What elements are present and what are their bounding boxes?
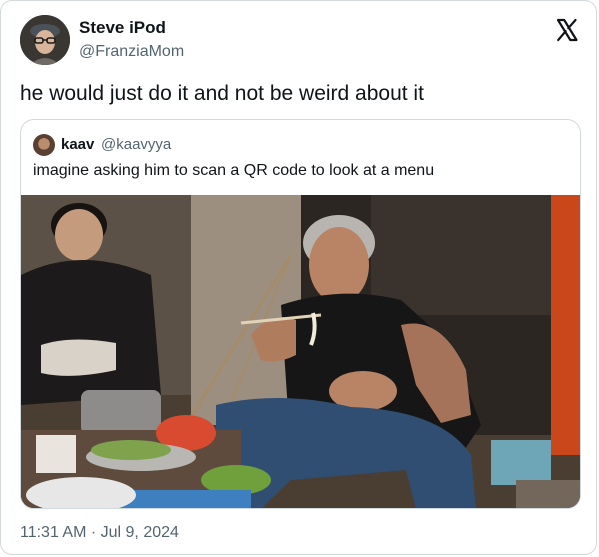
quoted-author-avatar[interactable] (33, 134, 55, 156)
quoted-tweet-photo[interactable] (21, 195, 580, 508)
author-avatar-image (20, 15, 70, 65)
quoted-tweet-text: imagine asking him to scan a QR code to … (33, 162, 435, 179)
author-display-name[interactable]: Steve iPod (79, 18, 166, 38)
tweet-text: he would just do it and not be weird abo… (20, 82, 424, 105)
quoted-author-handle[interactable]: @kaavyya (101, 136, 171, 153)
quoted-tweet[interactable]: kaav @kaavyya imagine asking him to scan… (20, 119, 581, 509)
author-avatar[interactable] (20, 15, 70, 65)
photo-street-food-scene (21, 195, 580, 508)
quoted-author-display-name[interactable]: kaav (61, 136, 94, 153)
tweet-card: Steve iPod @FranziaMom he would just do … (0, 0, 597, 555)
x-logo-icon[interactable] (555, 18, 579, 42)
tweet-timestamp[interactable]: 11:31 AM · Jul 9, 2024 (20, 524, 179, 542)
author-handle[interactable]: @FranziaMom (79, 43, 184, 61)
